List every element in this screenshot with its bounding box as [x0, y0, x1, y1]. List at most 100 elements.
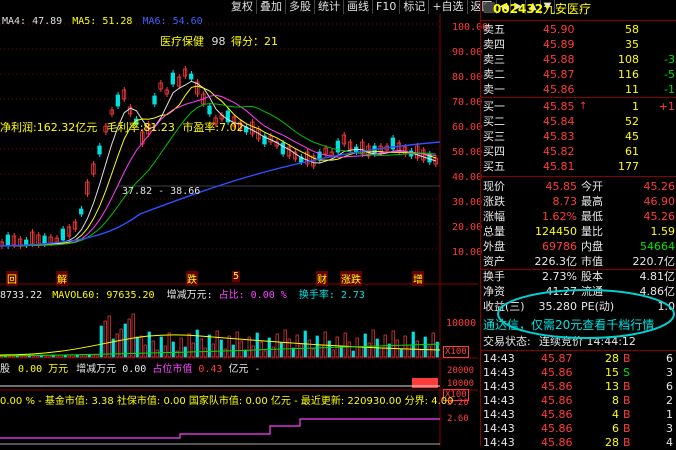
event-marker[interactable]: 解 [56, 271, 68, 286]
quote-label: 内盘 [581, 240, 603, 253]
ask-row[interactable]: 卖一 45.86 11 -1 [481, 82, 676, 97]
quote-row: 总量 124450 量比 1.59 [481, 224, 676, 239]
tick-row[interactable]: 14:43 45.87 28 B 6 [481, 352, 676, 366]
bid-price: 45.83 [543, 130, 575, 143]
toolbar-item-0[interactable]: 复权 [228, 0, 257, 14]
add-label: 增减万元: [166, 290, 219, 301]
highlight-ellipse [497, 289, 675, 339]
kline-chart-svg[interactable] [0, 14, 478, 446]
tick-row[interactable]: 14:43 45.86 28 B 4 [481, 436, 676, 450]
fundamentals-annotation: 净利润:162.32亿元 毛利率:81.23 市盈率:7.02 [0, 119, 244, 135]
quote-value: 2.73% [542, 270, 577, 283]
tick-volume: 13 [605, 380, 619, 393]
ask-price: 45.89 [543, 38, 575, 51]
tick-flag: B [623, 352, 631, 365]
quote-row: 资产 226.3亿 市值 220.7亿 [481, 254, 676, 270]
bid-label: 买五 [483, 160, 505, 173]
bid-row[interactable]: 买三 45.83 45 [481, 129, 676, 144]
ask-label: 卖一 [483, 83, 505, 96]
toolbar-item-1[interactable]: 叠加 [257, 0, 286, 14]
sector-annotation: 医疗保健 98 得分：21 [160, 33, 278, 49]
bid-label: 买三 [483, 130, 505, 143]
y-axis-label: 30.00 [452, 197, 483, 208]
tick-time: 14:43 [483, 380, 515, 393]
toolbar-item-7[interactable]: +自选 [429, 0, 468, 14]
toolbar-item-3[interactable]: 统计 [315, 0, 344, 14]
toolbar-item-5[interactable]: F10 [373, 0, 401, 14]
bid-row[interactable]: 买五 45.81 177 [481, 159, 676, 174]
event-marker[interactable]: 财 [316, 271, 328, 286]
fund-y1: 5.20 [447, 398, 469, 408]
bid-volume: 52 [625, 115, 639, 128]
score-label: 得分： [231, 35, 264, 48]
quote-panel: ⬛ 002432 九安医疗 卖五 45.90 58 卖四 45.89 35 卖三 45.88 1… [480, 0, 676, 449]
bid-row[interactable]: 买二 45.84 52 [481, 114, 676, 129]
event-marker[interactable]: 5 [232, 271, 241, 282]
price-range-label: 37.82 - 38.66 [122, 186, 201, 197]
quote-value: 1.59 [650, 225, 676, 238]
ask-row[interactable]: 卖四 45.89 35 [481, 37, 676, 52]
quote-row: 涨跌 8.73 最高 46.90 [481, 194, 676, 209]
quote-label: 总量 [483, 225, 505, 238]
tick-price: 45.86 [541, 408, 573, 421]
ask-label: 卖四 [483, 38, 505, 51]
tick-row[interactable]: 14:43 45.86 13 B 6 [481, 380, 676, 394]
ask-volume: 116 [618, 68, 639, 81]
fund-y2: 2.60 [447, 414, 469, 424]
event-marker[interactable]: 跌 [186, 271, 198, 286]
kline-chart-area[interactable] [0, 14, 478, 446]
toolbar-item-4[interactable]: 画线 [344, 0, 373, 14]
tick-flag: B [623, 394, 631, 407]
toolbar-item-6[interactable]: 标记 [400, 0, 430, 14]
tick-flag: B [623, 380, 631, 393]
y-axis-label: 60.00 [452, 122, 483, 133]
ask-change: -5 [664, 68, 675, 81]
tick-row[interactable]: 14:43 45.86 15 S 3 [481, 366, 676, 380]
tick-flag: B [623, 436, 631, 449]
tick-flag: B [623, 408, 631, 421]
ask-price: 45.90 [543, 23, 575, 36]
tick-count: 2 [666, 394, 673, 407]
ask-label: 卖二 [483, 68, 505, 81]
quote-label: 换手 [483, 270, 505, 283]
quote-value: 69786 [542, 240, 577, 253]
bid-label: 买一 [483, 100, 505, 113]
toolbar-item-2[interactable]: 多股 [286, 0, 315, 14]
turnover-label: 换手率: 2.73 [298, 290, 365, 301]
volume-left-value: 8733.22 [0, 290, 43, 301]
quote-value: 124450 [535, 225, 577, 238]
event-marker[interactable]: 回 [6, 271, 18, 286]
quote-row: 涨幅 1.62% 最低 45.26 [481, 209, 676, 224]
tick-flag: S [623, 366, 630, 379]
y-axis-label: 50.00 [452, 147, 483, 158]
score-value: 21 [264, 35, 278, 48]
quote-label: 今开 [581, 180, 603, 193]
net-profit: 净利润:162.32亿元 [0, 121, 98, 134]
tick-row[interactable]: 14:43 45.86 6 B 3 [481, 422, 676, 436]
y-axis-label: 80.00 [452, 72, 483, 83]
tick-price: 45.86 [541, 380, 573, 393]
capital-c: 增减万元 [76, 364, 117, 375]
tick-row[interactable]: 14:43 45.86 8 B 2 [481, 394, 676, 408]
tick-price: 45.86 [541, 394, 573, 407]
tick-row[interactable]: 14:43 45.86 4 B 1 [481, 408, 676, 422]
ask-label: 卖三 [483, 53, 505, 66]
event-marker[interactable]: 涨跌 [340, 271, 362, 286]
event-marker[interactable]: 增 [412, 271, 424, 286]
bid-row[interactable]: 买一 45.85 ↑ 1 +1 [481, 99, 676, 114]
ma6-label: MA6: 54.60 [142, 16, 203, 27]
ask-volume: 58 [625, 23, 639, 36]
quote-value: 220.7亿 [632, 255, 676, 268]
bid-row[interactable]: 买四 45.82 61 [481, 144, 676, 159]
bid-label: 买四 [483, 145, 505, 158]
tick-volume: 6 [612, 422, 619, 435]
quote-value: 45.26 [643, 180, 676, 193]
y-axis-label: 10.00 [452, 247, 483, 258]
quote-row: 外盘 69786 内盘 54664 [481, 239, 676, 254]
ask-row[interactable]: 卖二 45.87 116 -5 [481, 67, 676, 82]
capital-y1: 20000 [447, 366, 475, 376]
ask-row[interactable]: 卖三 45.88 108 -3 [481, 52, 676, 67]
ask-row[interactable]: 卖五 45.90 58 [481, 22, 676, 37]
quote-label: 市值 [581, 255, 603, 268]
tick-time: 14:43 [483, 422, 515, 435]
